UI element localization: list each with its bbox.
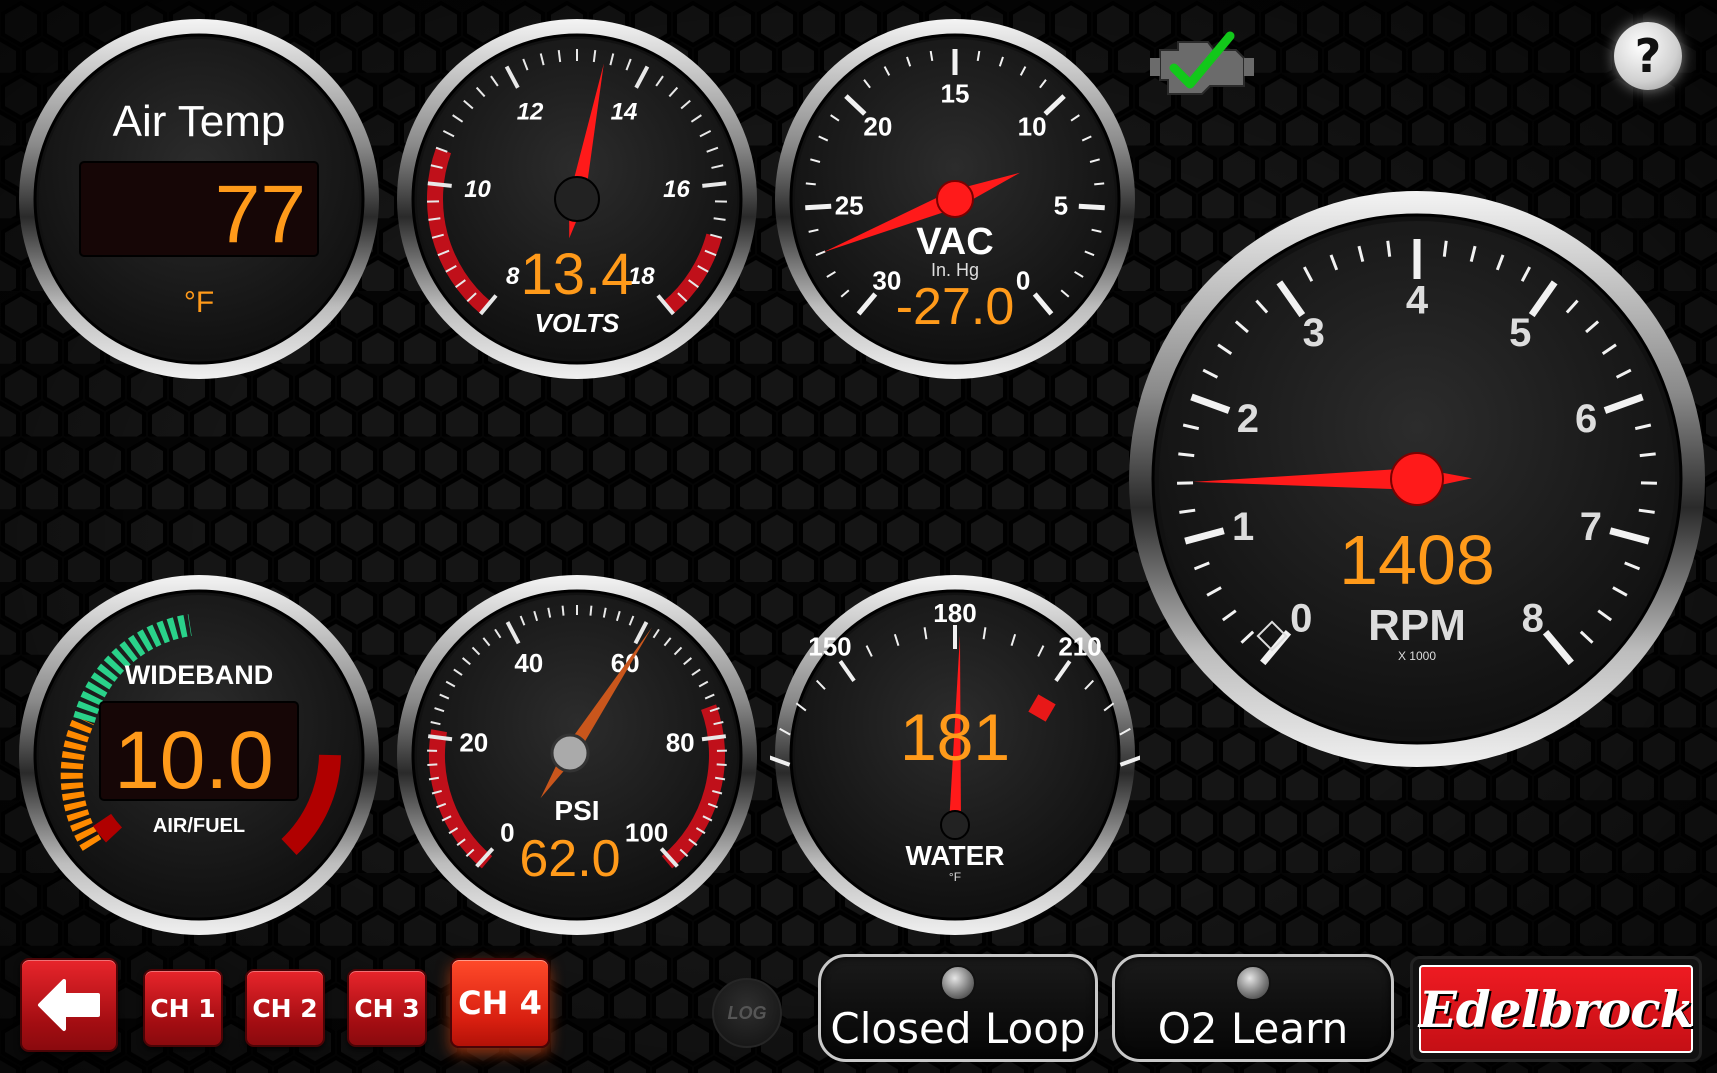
- gauge-tick-label: 14: [611, 98, 638, 125]
- channel-1-button[interactable]: CH 1: [143, 969, 223, 1047]
- back-button[interactable]: [20, 958, 118, 1052]
- wideband-label: WIDEBAND: [125, 660, 274, 690]
- gauge-minor-tick: [427, 763, 438, 767]
- channel-3-label: CH 3: [354, 993, 420, 1023]
- help-button[interactable]: ?: [1614, 22, 1682, 90]
- gauge-tick-label: 180: [933, 598, 976, 628]
- gauge-tick-label: 210: [1058, 631, 1101, 661]
- volts-gauge: 81012 141618 13.4 VOLTS: [397, 19, 757, 379]
- gauge-tick-label: 7: [1580, 505, 1602, 549]
- gauge-tick-label: 12: [517, 98, 544, 125]
- gauge-tick-label: 3: [1303, 311, 1325, 355]
- log-label: LOG: [727, 1002, 767, 1023]
- gauge-tick-label: 0: [500, 818, 514, 848]
- gauge-minor-tick: [589, 605, 593, 616]
- gauge-tick-label: 0: [1290, 596, 1312, 640]
- check-engine-ok-icon: [1150, 31, 1254, 95]
- gauge-tick-label: 8: [506, 263, 520, 290]
- channel-3-button[interactable]: CH 3: [347, 969, 427, 1047]
- wideband-value: 10.0: [114, 715, 274, 806]
- gauge-major-tick: [1078, 203, 1105, 211]
- pressure-label: PSI: [554, 795, 599, 826]
- gauge-tick-label: 0: [1016, 266, 1030, 296]
- closed-loop-toggle[interactable]: Closed Loop: [818, 954, 1098, 1062]
- gauge-major-tick: [702, 181, 727, 188]
- air-temp-title: Air Temp: [113, 97, 286, 146]
- gauge-minor-tick: [805, 182, 816, 186]
- o2-learn-indicator: [1235, 965, 1271, 1001]
- vacuum-gauge: 051015202530 VAC In. Hg -27.0: [775, 19, 1135, 379]
- edelbrock-logo: Edelbrock: [1418, 979, 1695, 1039]
- water-temp-gauge: 100150180210250 181 WATER °F: [770, 575, 1140, 935]
- gauge-tick-label: 25: [835, 191, 864, 221]
- gauge-major-tick: [805, 203, 832, 211]
- gauge-tick-label: 16: [663, 176, 690, 203]
- gauge-major-tick: [427, 181, 452, 188]
- gauge-minor-tick: [561, 605, 565, 616]
- closed-loop-label: Closed Loop: [830, 1004, 1086, 1053]
- gauge-tick-label: 5: [1054, 191, 1068, 221]
- tach-value: 1408: [1339, 521, 1495, 599]
- channel-4-label: CH 4: [458, 984, 542, 1022]
- tachometer-gauge: 0 1 23 4 56 7 8 1408 RPM X 1000: [1129, 191, 1705, 767]
- dashboard-screen: Air Temp 77 °F 8 10 12 14 16 18 13.4 VOLTS 05…: [0, 0, 1717, 1073]
- volts-needle-hub: [554, 176, 600, 222]
- gauge-minor-tick: [1442, 240, 1448, 257]
- water-label: WATER: [905, 840, 1004, 871]
- channel-2-button[interactable]: CH 2: [245, 969, 325, 1047]
- gauge-tick-label: 6: [1575, 397, 1597, 441]
- gauge-tick-label: 150: [808, 631, 851, 661]
- wideband-unit: AIR/FUEL: [153, 815, 245, 837]
- gauge-tick-label: 2: [1237, 397, 1259, 441]
- closed-loop-indicator: [940, 965, 976, 1001]
- gauge-tick-label: 20: [863, 112, 892, 142]
- volts-value: 13.4: [521, 242, 634, 307]
- pressure-value: 62.0: [519, 830, 620, 888]
- gauge-tick-label: 80: [666, 727, 695, 757]
- o2-learn-label: O2 Learn: [1157, 1004, 1349, 1053]
- wideband-gauge: WIDEBAND 10.0 AIR/FUEL: [19, 575, 379, 935]
- gauge-tick-label: 8: [1522, 596, 1544, 640]
- gauge-minor-tick: [716, 763, 727, 767]
- tach-sublabel: X 1000: [1398, 649, 1436, 663]
- o2-learn-toggle[interactable]: O2 Learn: [1112, 954, 1394, 1062]
- vacuum-label: VAC: [916, 221, 993, 263]
- gauge-tick-label: 20: [459, 727, 488, 757]
- tach-label: RPM: [1368, 601, 1466, 650]
- gauge-tick-label: 10: [464, 176, 491, 203]
- edelbrock-logo-button[interactable]: Edelbrock: [1410, 956, 1702, 1062]
- gauge-tick-label: 5: [1509, 311, 1531, 355]
- water-unit: °F: [949, 870, 961, 884]
- arrow-left-icon: [38, 979, 100, 1031]
- water-value: 181: [900, 700, 1010, 774]
- vacuum-unit: In. Hg: [931, 260, 979, 280]
- gauge-minor-tick: [1386, 240, 1392, 257]
- channel-2-label: CH 2: [252, 993, 318, 1023]
- check-engine-status[interactable]: [1148, 28, 1260, 98]
- gauge-minor-tick: [1094, 182, 1105, 186]
- channel-1-label: CH 1: [150, 993, 216, 1023]
- gauge-tick-label: 40: [514, 648, 543, 678]
- volts-label: VOLTS: [535, 308, 620, 338]
- gauge-tick-label: 1: [1232, 505, 1254, 549]
- gauge-tick-label: 15: [941, 78, 970, 108]
- channel-4-button[interactable]: CH 4: [450, 958, 550, 1048]
- pressure-needle-hub: [550, 733, 590, 773]
- pressure-gauge: 02040 6080100 PSI 62.0: [397, 575, 757, 935]
- help-icon: ?: [1634, 29, 1662, 83]
- air-temp-unit: °F: [184, 286, 214, 319]
- gauge-minor-tick: [1639, 452, 1656, 458]
- log-button[interactable]: LOG: [712, 978, 782, 1048]
- gauge-tick-label: 4: [1406, 278, 1429, 322]
- gauge-tick-label: 100: [625, 818, 668, 848]
- gauge-tick-label: 10: [1018, 112, 1047, 142]
- air-temp-gauge: Air Temp 77 °F: [19, 19, 379, 379]
- gauge-minor-tick: [1178, 452, 1195, 458]
- air-temp-value: 77: [215, 169, 306, 260]
- vacuum-value: -27.0: [896, 278, 1015, 336]
